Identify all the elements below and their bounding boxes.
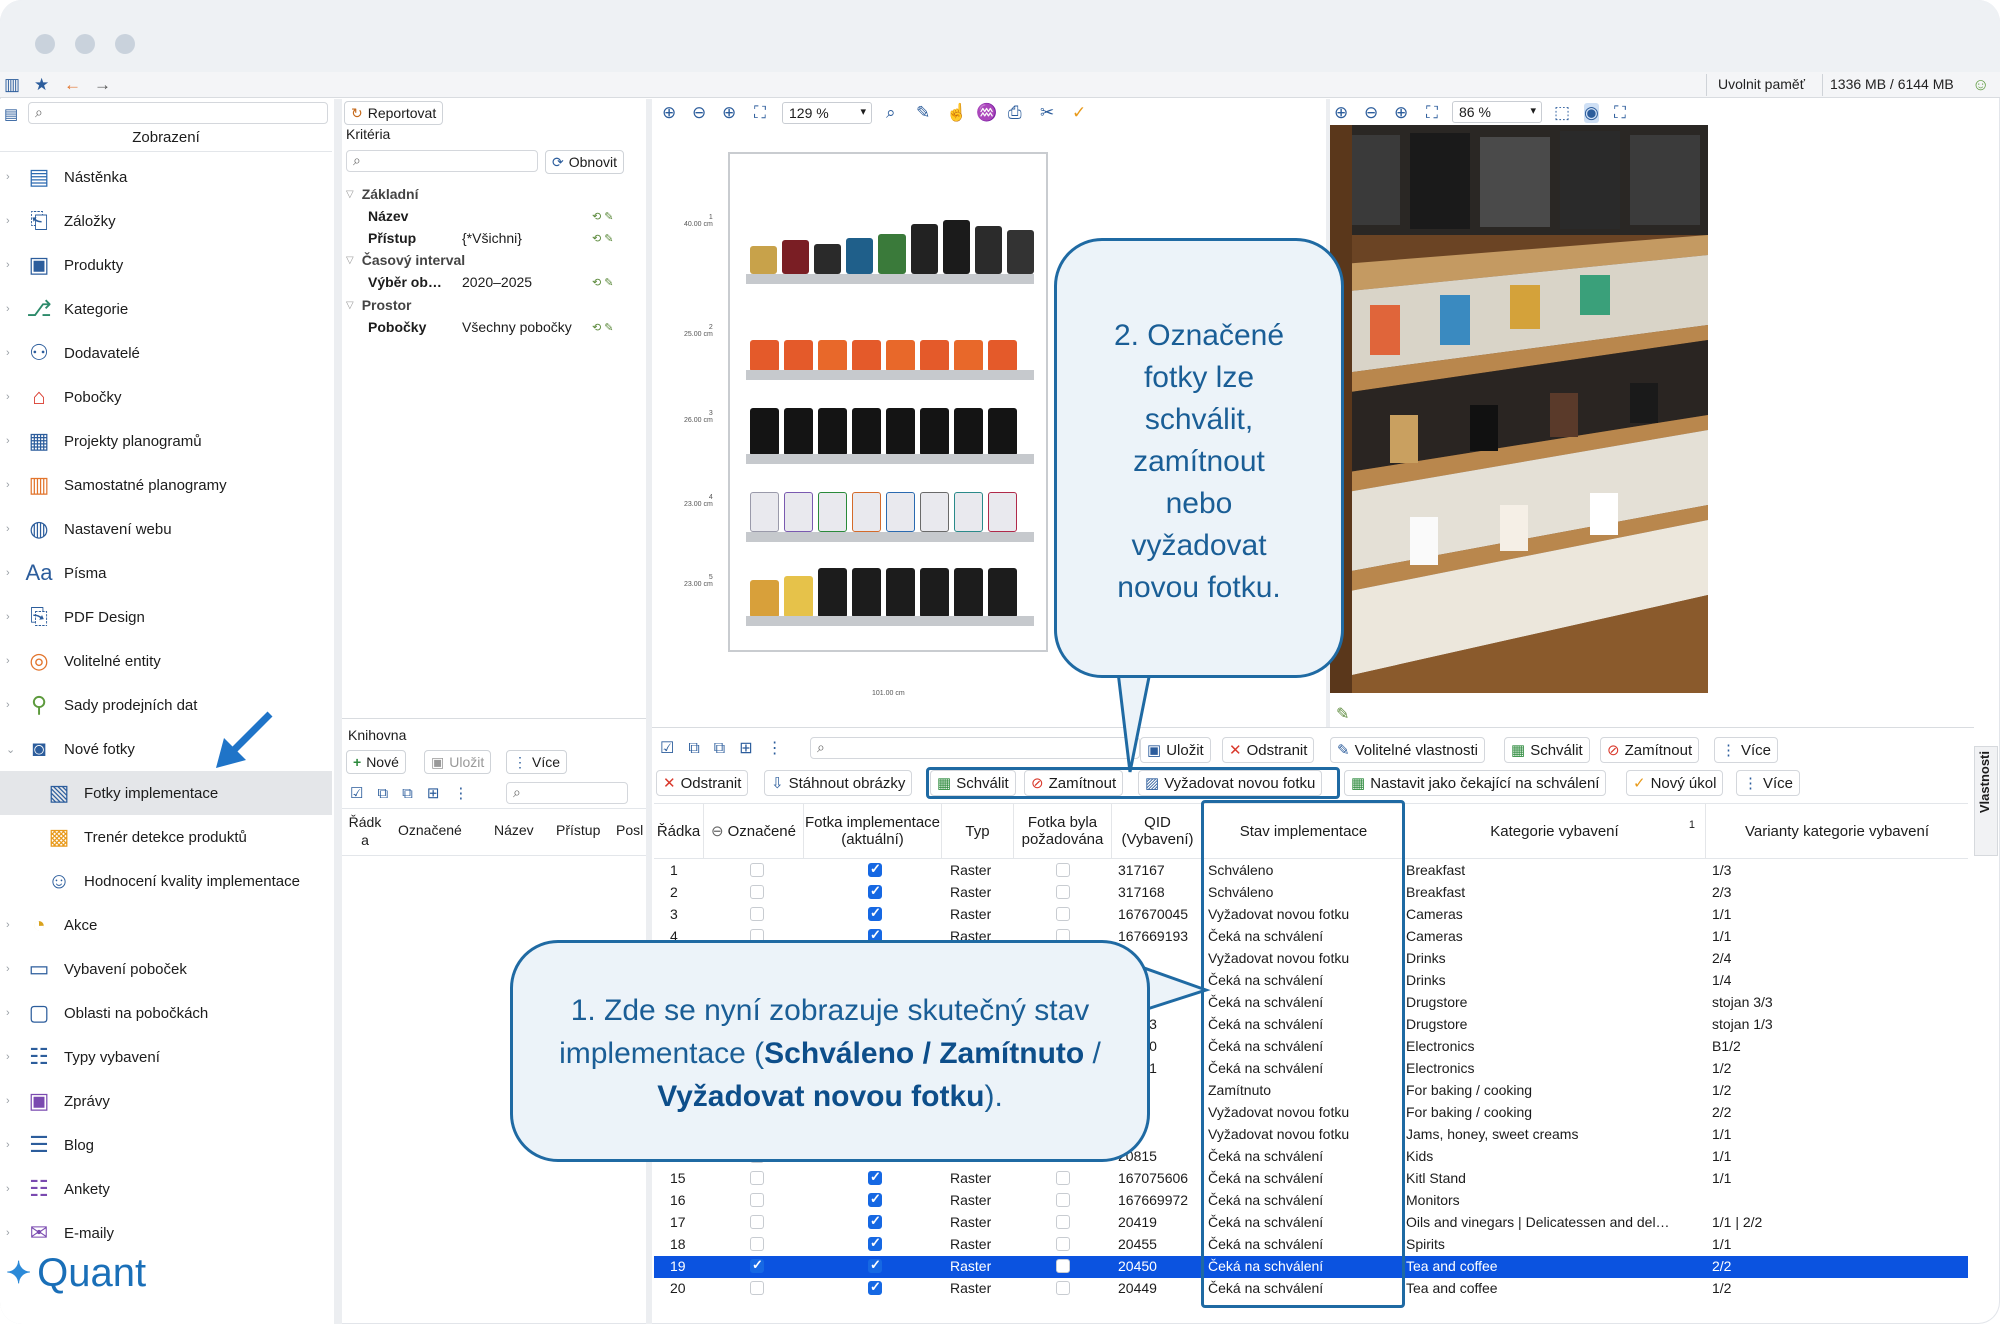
callout-line: vyžadovat [1131,529,1267,562]
callout-line: 1. Zde se nyní zobrazuje skutečný stav [570,994,1090,1027]
callout-line: implementace (Schváleno / Zamítnuto / [513,1032,1147,1075]
callout-text: 2. Označené fotky lze schválit, zamítnout ne… [1057,241,1341,609]
callout-status-hint: 1. Zde se nyní zobrazuje skutečný stav i… [510,940,1150,1162]
callout-line: fotky lze [1143,361,1255,394]
callout-text: / [1084,1037,1101,1070]
callout-approve-hint: 2. Označené fotky lze schválit, zamítnout ne… [1054,238,1344,678]
callout-bold: Schváleno / Zamítnuto [764,1037,1085,1070]
callout-line: Vyžadovat novou fotku). [513,1075,1147,1118]
callout-line: nebo [1165,487,1233,520]
callout-bold: Vyžadovat novou fotku [657,1080,985,1113]
callout-line: zamítnout [1133,445,1265,478]
callout-line: novou fotku. [1117,571,1281,604]
blue-arrow-icon [216,711,273,768]
callout-line: 2. Označené [1113,319,1285,352]
callout-text: implementace ( [559,1037,765,1070]
app-window: ▥ ★ ← → Uvolnit paměť 1336 MB / 6144 MB … [0,0,2000,1324]
callout-line: schválit, [1144,403,1254,436]
callout-text: ). [984,1080,1003,1113]
